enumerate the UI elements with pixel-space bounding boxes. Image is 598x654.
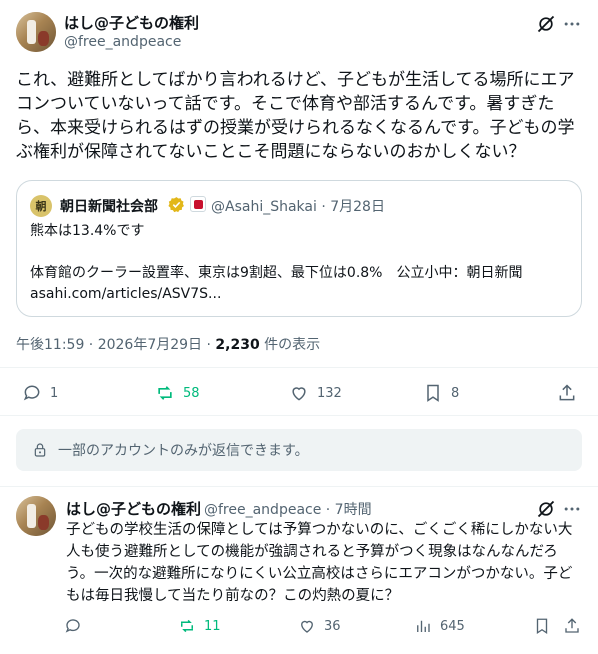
reply-restriction-text: 一部のアカウントのみが返信できます。	[58, 443, 309, 459]
reply-text: 子どもの学校生活の保障としては予算つかないのに、ごくごく稀にしかない大人も使う避…	[66, 522, 573, 604]
repost-count: 58	[183, 385, 200, 401]
quote-author-name: 朝日新聞社会部	[60, 199, 158, 215]
lock-icon	[34, 443, 46, 457]
avatar[interactable]	[16, 496, 56, 536]
like-count: 36	[324, 618, 341, 634]
reply-handle-time[interactable]: @free_andpeace · 7時間	[204, 499, 372, 519]
more-icon[interactable]	[560, 12, 584, 36]
bookmark-icon	[427, 384, 439, 402]
reply-button[interactable]: 1	[22, 383, 58, 403]
more-icon[interactable]	[560, 497, 584, 521]
like-button[interactable]: 36	[298, 617, 341, 635]
quote-handle-date: @Asahi_Shakai · 7月28日	[211, 199, 385, 215]
bookmark-button[interactable]	[533, 617, 551, 635]
reply-restriction-notice: 一部のアカウントのみが返信できます。	[16, 429, 582, 471]
repost-icon	[181, 619, 193, 633]
bookmark-button[interactable]: 8	[423, 383, 459, 403]
quote-avatar: 朝	[30, 195, 52, 217]
affiliate-badge-icon	[190, 196, 206, 212]
views-count: 2,230	[215, 337, 260, 353]
author-handle[interactable]: @free_andpeace	[64, 34, 181, 50]
verified-badge-icon	[168, 196, 185, 213]
share-icon	[559, 384, 575, 401]
share-button[interactable]	[563, 617, 581, 635]
quoted-post[interactable]: 朝 朝日新聞社会部 @Asahi_Shakai · 7月28日 熊本は13.4%…	[16, 180, 582, 317]
reply-icon	[23, 385, 40, 401]
like-button[interactable]: 132	[289, 383, 342, 403]
post-timestamp[interactable]: 午後11:59 · 2026年7月29日 ·	[16, 337, 215, 353]
bookmark-count: 8	[451, 385, 460, 401]
author-name[interactable]: はし@子どもの権利	[64, 12, 199, 33]
share-icon	[565, 618, 579, 633]
views-icon	[417, 620, 430, 632]
post-text: これ、避難所としてばかり言われるけど、子どもが生活してる場所にエアコンついていな…	[16, 70, 575, 162]
reply-icon	[65, 619, 80, 633]
quote-line: 熊本は13.4%です	[30, 223, 145, 239]
share-button[interactable]	[557, 383, 577, 403]
repost-button[interactable]: 58	[155, 383, 200, 403]
reply-button[interactable]	[64, 617, 90, 635]
views-label: 件の表示	[259, 337, 321, 353]
repost-button[interactable]: 11	[178, 617, 221, 635]
repost-icon	[158, 386, 172, 400]
like-icon	[301, 620, 313, 633]
like-icon	[292, 387, 306, 401]
like-count: 132	[317, 385, 342, 401]
post-meta: 午後11:59 · 2026年7月29日 · 2,230 件の表示	[16, 334, 320, 354]
grok-icon[interactable]	[534, 12, 558, 36]
quote-link[interactable]: asahi.com/articles/ASV7S...	[30, 284, 570, 305]
grok-icon[interactable]	[534, 497, 558, 521]
views-button[interactable]: 645	[414, 617, 465, 635]
reply-author-name[interactable]: はし@子どもの権利	[66, 498, 201, 519]
bookmark-icon	[536, 618, 548, 635]
reply-count: 1	[50, 385, 59, 401]
avatar[interactable]	[16, 12, 56, 52]
views-count: 645	[440, 618, 465, 634]
quote-line: 体育館のクーラー設置率、東京は9割超、最下位は0.8% 公立小中：朝日新聞	[30, 265, 523, 281]
repost-count: 11	[204, 618, 221, 634]
